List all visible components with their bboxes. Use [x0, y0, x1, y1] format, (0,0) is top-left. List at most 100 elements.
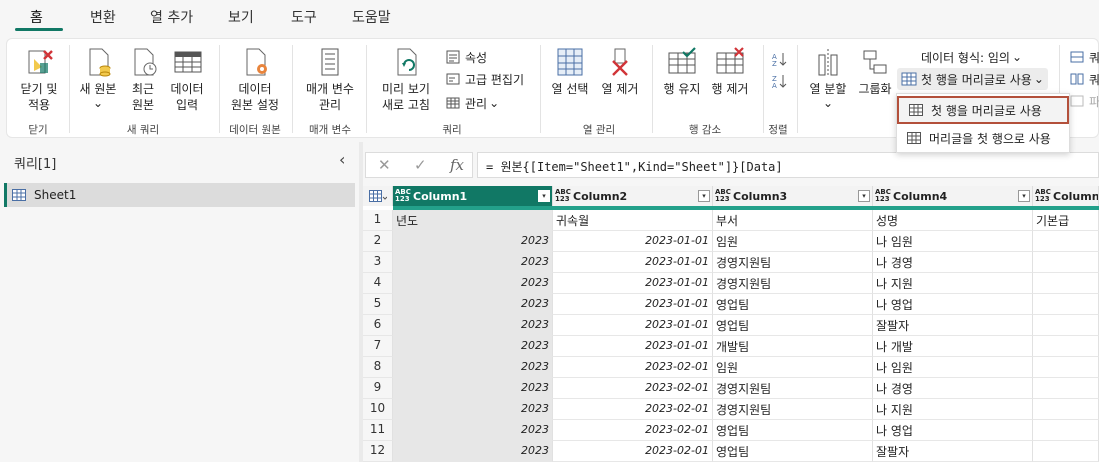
close-apply-button[interactable]: 닫기 및 적용 [13, 45, 65, 113]
row-number[interactable]: 8 [363, 357, 393, 378]
column-header-1[interactable]: ABC 123 Column1 ▾ [393, 186, 553, 206]
cell-column2[interactable]: 2023-01-01 [553, 315, 713, 336]
column-header-4[interactable]: ABC 123 Column4 ▾ [873, 186, 1033, 206]
cell-column5[interactable] [1033, 294, 1099, 315]
filter-dropdown-icon[interactable]: ▾ [698, 190, 710, 202]
truncated-button-1[interactable]: 쿼 [1069, 47, 1099, 67]
cell-column3[interactable]: 개발팀 [713, 336, 873, 357]
cell-column1[interactable]: 2023 [393, 336, 553, 357]
cell-column4[interactable]: 나 영업 [873, 294, 1033, 315]
data-type-dropdown[interactable]: 데이터 형식: 임의 ⌄ [921, 47, 1022, 67]
type-any-icon[interactable]: ABC 123 [1035, 189, 1051, 203]
cell-column2[interactable]: 2023-02-01 [553, 357, 713, 378]
cell-column1[interactable]: 2023 [393, 378, 553, 399]
tab-tools[interactable]: 도구 [291, 7, 317, 27]
refresh-preview-button[interactable]: 미리 보기 새로 고침 [373, 45, 439, 113]
cell-column2[interactable]: 2023-01-01 [553, 294, 713, 315]
split-column-button[interactable]: 열 분할 ⌄ [805, 45, 851, 111]
cell-column5[interactable] [1033, 399, 1099, 420]
sort-ascending-button[interactable]: AZ [771, 49, 791, 69]
tab-home[interactable]: 홈 [30, 7, 43, 27]
cancel-icon[interactable]: ✕ [378, 156, 391, 174]
row-number[interactable]: 12 [363, 441, 393, 462]
choose-columns-button[interactable]: 열 선택 [547, 45, 593, 97]
row-number[interactable]: 1 [363, 210, 393, 231]
cell-column2[interactable]: 2023-02-01 [553, 420, 713, 441]
advanced-editor-button[interactable]: 고급 편집기 [445, 69, 524, 89]
tab-help[interactable]: 도움말 [352, 7, 391, 27]
cell-column4[interactable]: 성명 [873, 210, 1033, 231]
row-number[interactable]: 9 [363, 378, 393, 399]
cell-column4[interactable]: 나 영업 [873, 420, 1033, 441]
row-number[interactable]: 7 [363, 336, 393, 357]
filter-dropdown-icon[interactable]: ▾ [538, 190, 550, 202]
cell-column5[interactable] [1033, 378, 1099, 399]
cell-column2[interactable]: 2023-01-01 [553, 273, 713, 294]
type-any-icon[interactable]: ABC 123 [715, 189, 731, 203]
cell-column3[interactable]: 경영지원팀 [713, 378, 873, 399]
keep-rows-button[interactable]: 행 유지 [659, 45, 705, 97]
query-item-sheet1[interactable]: Sheet1 [4, 183, 355, 207]
manage-button[interactable]: 관리 ⌄ [445, 93, 499, 113]
cell-column1[interactable]: 2023 [393, 294, 553, 315]
cell-column5[interactable] [1033, 441, 1099, 462]
properties-button[interactable]: 속성 [445, 47, 487, 67]
collapse-pane-icon[interactable]: ‹ [339, 150, 345, 169]
cell-column4[interactable]: 나 지원 [873, 399, 1033, 420]
cell-column3[interactable]: 경영지원팀 [713, 399, 873, 420]
cell-column3[interactable]: 경영지원팀 [713, 252, 873, 273]
tab-transform[interactable]: 변환 [90, 7, 116, 27]
cell-column5[interactable] [1033, 336, 1099, 357]
cell-column4[interactable]: 나 경영 [873, 378, 1033, 399]
cell-column3[interactable]: 영업팀 [713, 315, 873, 336]
remove-columns-button[interactable]: 열 제거 [597, 45, 643, 97]
cell-column2[interactable]: 2023-01-01 [553, 336, 713, 357]
cell-column3[interactable]: 부서 [713, 210, 873, 231]
sort-descending-button[interactable]: ZA [771, 71, 791, 91]
cell-column1[interactable]: 2023 [393, 273, 553, 294]
accept-icon[interactable]: ✓ [414, 156, 427, 174]
cell-column5[interactable]: 기본급 [1033, 210, 1099, 231]
cell-column1[interactable]: 2023 [393, 441, 553, 462]
type-any-icon[interactable]: ABC 123 [395, 189, 411, 203]
cell-column5[interactable] [1033, 420, 1099, 441]
data-source-settings-button[interactable]: 데이터 원본 설정 [223, 45, 287, 113]
cell-column2[interactable]: 귀속월 [553, 210, 713, 231]
row-number[interactable]: 5 [363, 294, 393, 315]
cell-column5[interactable] [1033, 252, 1099, 273]
cell-column4[interactable]: 나 임원 [873, 231, 1033, 252]
cell-column3[interactable]: 영업팀 [713, 420, 873, 441]
row-number[interactable]: 10 [363, 399, 393, 420]
column-header-2[interactable]: ABC 123 Column2 ▾ [553, 186, 713, 206]
remove-rows-button[interactable]: 행 제거 [707, 45, 753, 97]
cell-column2[interactable]: 2023-02-01 [553, 378, 713, 399]
filter-dropdown-icon[interactable]: ▾ [858, 190, 870, 202]
filter-dropdown-icon[interactable]: ▾ [1018, 190, 1030, 202]
cell-column1[interactable]: 년도 [393, 210, 553, 231]
cell-column1[interactable]: 2023 [393, 399, 553, 420]
tab-view[interactable]: 보기 [228, 7, 254, 27]
new-source-button[interactable]: 새 원본 ⌄ [77, 45, 119, 111]
cell-column1[interactable]: 2023 [393, 252, 553, 273]
row-number[interactable]: 4 [363, 273, 393, 294]
menu-item-use-headers-as-first-row[interactable]: 머리글을 첫 행으로 사용 [897, 124, 1069, 152]
menu-item-use-first-row-as-headers[interactable]: 첫 행을 머리글로 사용 [897, 96, 1069, 124]
use-first-row-headers-button[interactable]: 첫 행을 머리글로 사용 ⌄ [897, 68, 1048, 90]
cell-column5[interactable] [1033, 273, 1099, 294]
row-number[interactable]: 11 [363, 420, 393, 441]
type-any-icon[interactable]: ABC 123 [875, 189, 891, 203]
cell-column3[interactable]: 임원 [713, 357, 873, 378]
enter-data-button[interactable]: 데이터 입력 [167, 45, 207, 113]
type-any-icon[interactable]: ABC 123 [555, 189, 571, 203]
group-by-button[interactable]: 그룹화 [855, 45, 895, 97]
cell-column2[interactable]: 2023-02-01 [553, 399, 713, 420]
cell-column5[interactable] [1033, 315, 1099, 336]
row-number[interactable]: 6 [363, 315, 393, 336]
fx-icon[interactable]: fx [450, 156, 464, 174]
row-number[interactable]: 2 [363, 231, 393, 252]
tab-add-column[interactable]: 열 추가 [150, 7, 193, 27]
cell-column3[interactable]: 영업팀 [713, 294, 873, 315]
cell-column1[interactable]: 2023 [393, 231, 553, 252]
recent-source-button[interactable]: 최근 원본 [123, 45, 163, 113]
table-menu-button[interactable] [363, 186, 393, 206]
